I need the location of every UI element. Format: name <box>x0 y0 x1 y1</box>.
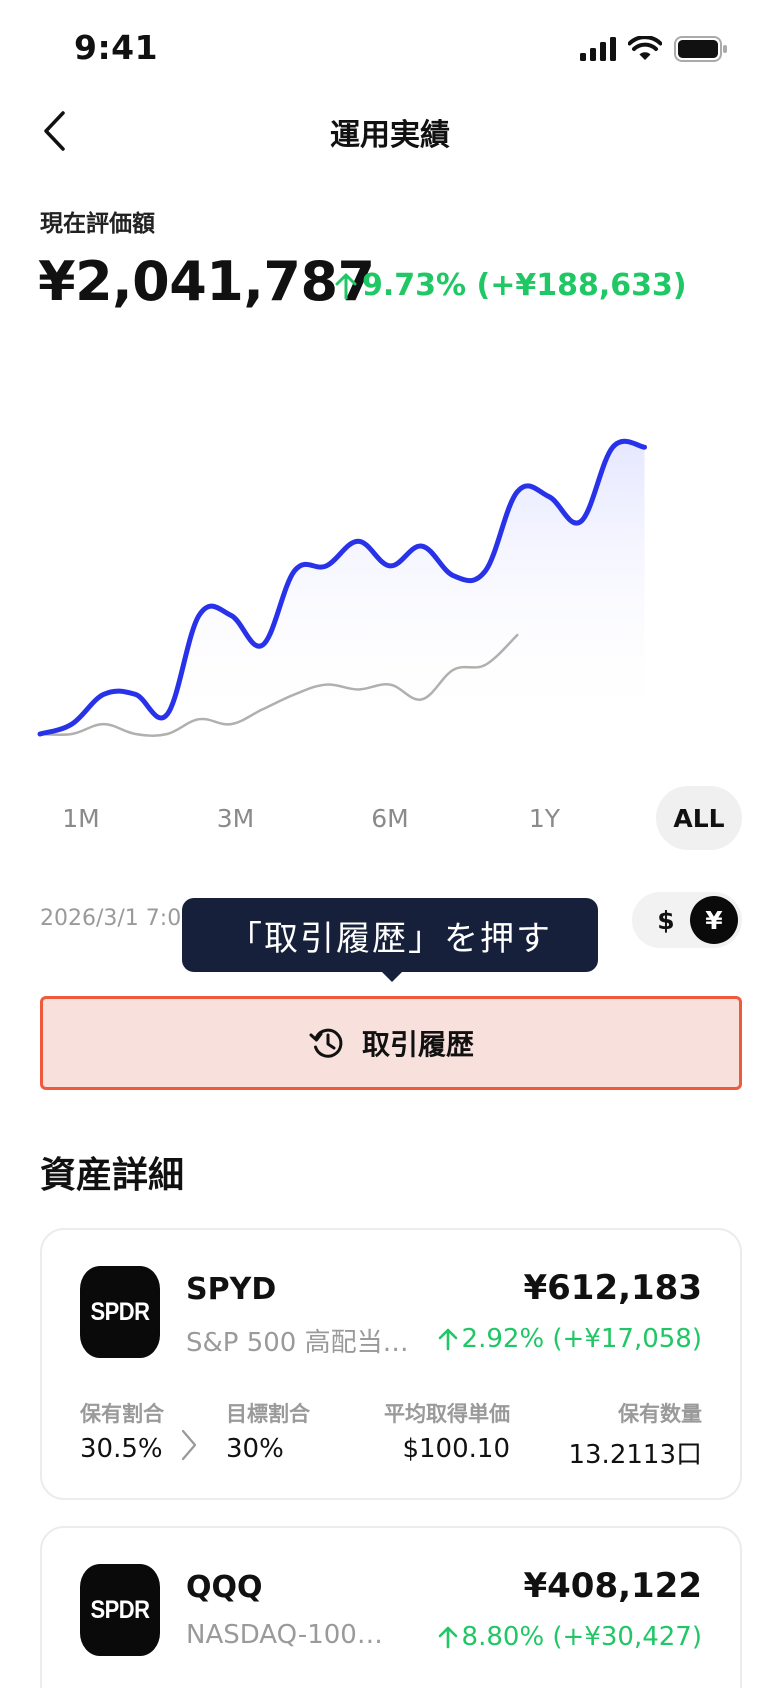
as-of-timestamp: 2026/3/1 7:0 <box>40 906 182 931</box>
asset-card[interactable]: SPDR QQQ NASDAQ-100… ¥408,122 8.80% (+¥3… <box>40 1526 742 1688</box>
quantity-label: 保有数量 <box>618 1402 702 1426</box>
valuation-change: 9.73% (+¥188,633) <box>334 268 687 303</box>
holding-ratio-value: 30.5% <box>80 1434 163 1464</box>
asset-value: ¥612,183 <box>523 1268 702 1308</box>
asset-change-text: 2.92% (+¥17,058) <box>461 1324 702 1354</box>
asset-name: NASDAQ-100… <box>186 1620 383 1650</box>
arrow-up-icon <box>438 1328 457 1351</box>
status-bar: 9:41 <box>0 0 780 100</box>
asset-change: 2.92% (+¥17,058) <box>438 1324 702 1354</box>
tooltip-pointer <box>380 970 404 982</box>
asset-change: 8.80% (+¥30,427) <box>438 1622 702 1652</box>
quantity-value: 13.2113口 <box>568 1440 702 1470</box>
status-icons <box>580 36 728 62</box>
range-tab-3m[interactable]: 3M <box>193 786 279 850</box>
range-tab-1m[interactable]: 1M <box>38 786 124 850</box>
series-main-area <box>40 441 645 734</box>
chevron-right-icon <box>181 1429 197 1461</box>
valuation-amount: ¥2,041,787 <box>38 250 375 313</box>
target-ratio-label: 目標割合 <box>226 1402 310 1426</box>
avg-price-value: $100.10 <box>402 1434 510 1464</box>
avg-price-label: 平均取得単価 <box>384 1402 510 1426</box>
page-title: 運用実績 <box>330 118 450 153</box>
time-range-tabs: 1M 3M 6M 1Y ALL <box>38 786 742 850</box>
battery-icon <box>674 36 727 62</box>
asset-ticker: QQQ <box>186 1570 263 1605</box>
currency-jpy-option[interactable]: ¥ <box>690 896 738 944</box>
arrow-up-icon <box>438 1626 457 1649</box>
range-tab-all[interactable]: ALL <box>656 786 742 850</box>
currency-toggle[interactable]: $ ¥ <box>632 892 742 948</box>
asset-value: ¥408,122 <box>523 1566 702 1606</box>
cellular-signal-icon <box>580 37 616 61</box>
range-tab-6m[interactable]: 6M <box>347 786 433 850</box>
instruction-tooltip: 「取引履歴」を押す <box>182 898 598 972</box>
valuation-label: 現在評価額 <box>40 211 155 237</box>
asset-card[interactable]: SPDR SPYD S&P 500 高配当… ¥612,183 2.92% (+… <box>40 1228 742 1500</box>
history-icon <box>309 1028 343 1058</box>
currency-usd-option[interactable]: $ <box>642 896 690 944</box>
performance-chart <box>37 438 647 737</box>
spdr-logo: SPDR <box>80 1266 160 1358</box>
transaction-history-label: 取引履歴 <box>361 1028 474 1061</box>
transaction-history-button[interactable]: 取引履歴 <box>40 996 742 1090</box>
asset-ticker: SPYD <box>186 1272 277 1307</box>
range-tab-1y[interactable]: 1Y <box>502 786 588 850</box>
arrow-up-icon <box>335 273 357 299</box>
target-ratio-value: 30% <box>226 1434 284 1464</box>
valuation-change-text: 9.73% (+¥188,633) <box>362 268 687 303</box>
holding-ratio-label: 保有割合 <box>80 1402 164 1426</box>
spdr-logo: SPDR <box>80 1564 160 1656</box>
asset-change-text: 8.80% (+¥30,427) <box>461 1622 702 1652</box>
asset-name: S&P 500 高配当… <box>186 1328 409 1358</box>
asset-details-title: 資産詳細 <box>40 1155 185 1196</box>
status-time: 9:41 <box>74 28 159 67</box>
wifi-icon <box>628 36 662 60</box>
